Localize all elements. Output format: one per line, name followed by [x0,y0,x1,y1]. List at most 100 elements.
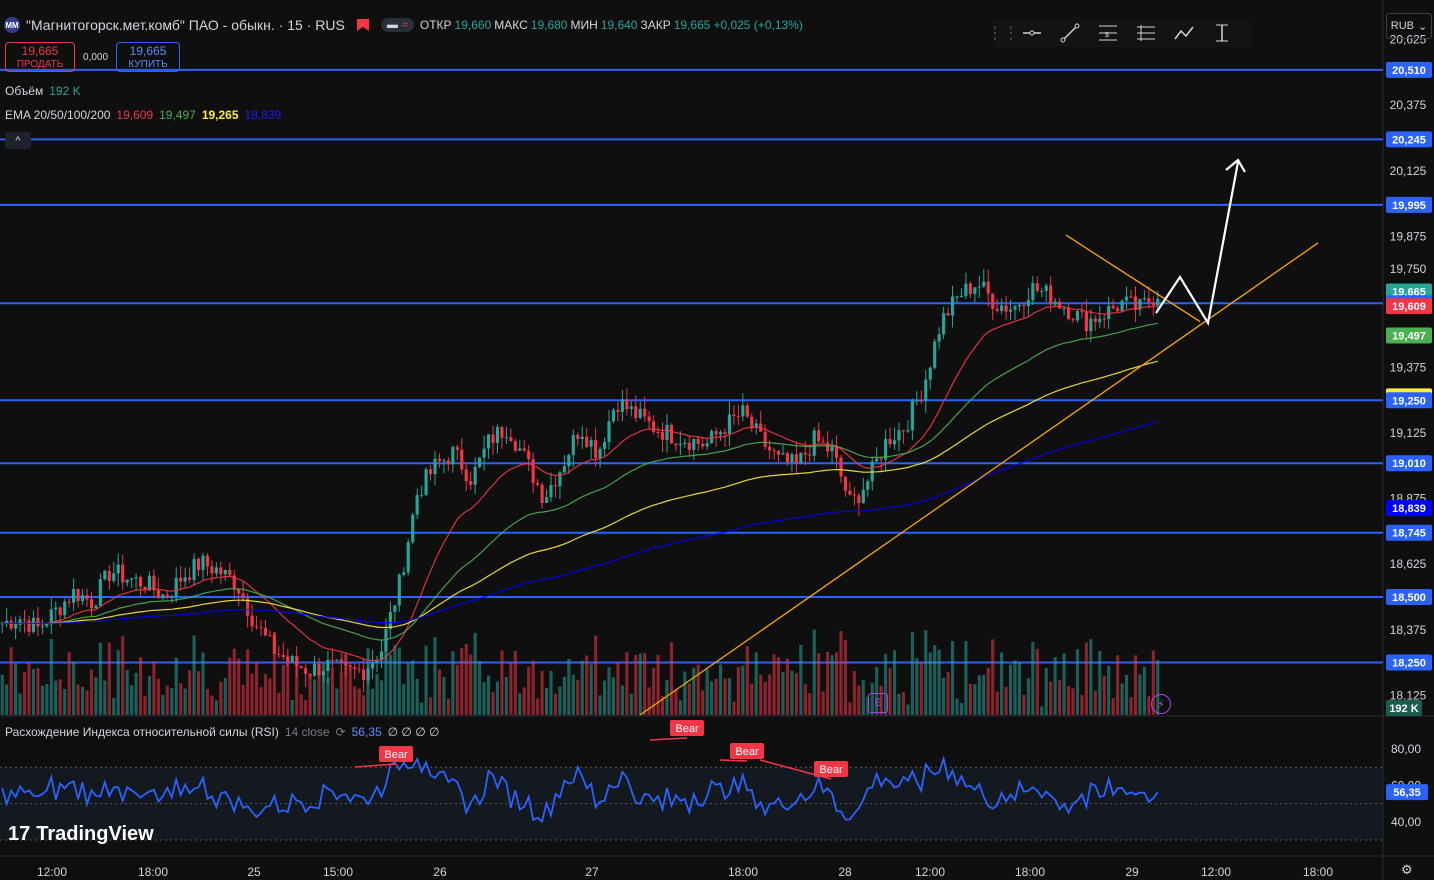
dividend-event-icon[interactable]: ⚡ [1151,694,1171,714]
volume-bar [919,662,923,715]
currency-label: RUB [1390,20,1414,32]
ema20-line [2,305,1158,662]
candle-body [799,452,803,463]
candle-body [580,436,584,439]
volume-bar [1008,664,1013,715]
volume-bar [1058,680,1062,715]
rsi-tick-label: 80,00 [1391,742,1421,756]
candle-body [723,432,727,435]
candle-body [553,485,558,487]
price-tick-label: 19,375 [1390,361,1427,375]
volume-bar [982,674,986,715]
volume-bar [1066,686,1071,715]
close-label: ЗАКР [640,18,671,32]
price-label-text: 19,250 [1392,395,1426,407]
volume-bar [214,700,218,715]
volume-bar [718,664,723,715]
candle-body [170,596,174,598]
candle-body [295,655,299,667]
volume-bar [40,685,44,715]
volume-bar [147,676,152,715]
volume-bar [27,663,31,715]
time-tick-label: 18:00 [728,865,758,879]
trend-line-icon[interactable] [1057,20,1083,46]
change-value: +0,025 (+0,13%) [713,18,803,32]
time-tick-label: 18:00 [138,865,168,879]
candle-body [196,558,201,571]
volume-bar [513,650,517,715]
volume-bar [732,701,736,715]
volume-bar [1098,651,1102,715]
ema-legend[interactable]: EMA 20/50/100/200 19,609 19,497 19,265 1… [5,108,281,122]
volume-bar [772,654,776,715]
time-tick-label: 26 [433,865,447,879]
earnings-event-icon[interactable]: E [868,693,888,713]
candle-body [1049,285,1053,305]
rsi-legend[interactable]: Расхождение Индекса относительной силы (… [5,725,439,739]
volume-bar [219,681,223,715]
candle-body [973,287,977,294]
volume-bar [45,684,49,715]
volume-bar [950,641,955,715]
candle-body [45,624,49,627]
candle-body [531,459,535,483]
volume-bar [397,647,401,715]
price-chart[interactable]: 20,62520,37520,12519,87519,75019,37519,1… [0,0,1434,880]
candle-body [674,443,678,446]
volume-bar [928,652,932,715]
candle-body [478,457,482,468]
symbol-title[interactable]: "Магнитогорск.мет.комб" ПАО - обыкн. · 1… [26,17,345,33]
volume-bar [80,686,85,715]
horizontal-ray-icon[interactable] [1019,20,1045,46]
volume-bar [745,646,749,715]
volume-bar [437,669,442,715]
candle-body [652,421,656,432]
candle-body [420,494,424,496]
volume-bar [1040,706,1044,715]
candle-body [259,627,263,629]
price-label-text: 18,839 [1392,503,1426,515]
sell-button[interactable]: 19,665 ПРОДАТЬ [5,42,75,72]
price-tick-label: 19,875 [1390,229,1427,243]
volume-legend-label: Объём [5,84,44,98]
currency-select[interactable]: RUB ⌄ [1386,13,1432,39]
candle-body [727,414,732,435]
candle-body [536,482,540,485]
price-range-icon[interactable] [1209,20,1235,46]
fib-retracement-icon[interactable]: $ [1095,20,1121,46]
time-tick-label: 18:00 [1303,865,1333,879]
volume-bar [674,689,678,715]
candle-body [1008,309,1013,312]
volume-bar [892,650,897,715]
candle-body [317,663,321,676]
candle-body [768,446,772,451]
volume-bar [36,668,40,715]
volume-bar [1129,697,1133,715]
candle-body [866,481,870,490]
candle-body [277,654,281,656]
candle-body [1017,304,1022,307]
rsi-title: Расхождение Индекса относительной силы (… [5,725,279,739]
candle-body [1120,300,1124,312]
volume-legend[interactable]: Объём 192 K [5,84,81,98]
volume-bar [1035,648,1039,715]
path-icon[interactable] [1171,20,1197,46]
candle-body [1102,318,1106,320]
candle-body [540,484,544,504]
volume-bar [442,676,446,715]
drag-handle-icon[interactable]: ⋮⋮ [987,20,1019,46]
buy-button[interactable]: 19,665 КУПИТЬ [116,42,181,72]
collapse-legend-button[interactable]: ^ [5,132,31,149]
pitchfork-icon[interactable] [1133,20,1159,46]
volume-bar [330,668,334,715]
time-tick-label: 15:00 [323,865,353,879]
buy-price: 19,665 [129,44,167,58]
timezone-gear-icon[interactable]: ⚙ [1401,862,1413,878]
volume-bar [817,653,821,715]
volume-bar [768,674,772,715]
price-label-text: 20,510 [1392,65,1426,77]
volume-bar [464,643,468,715]
candle-body [31,617,36,632]
indicator-toggle[interactable]: ▬ ≈ [380,18,414,32]
candle-body [312,663,317,676]
